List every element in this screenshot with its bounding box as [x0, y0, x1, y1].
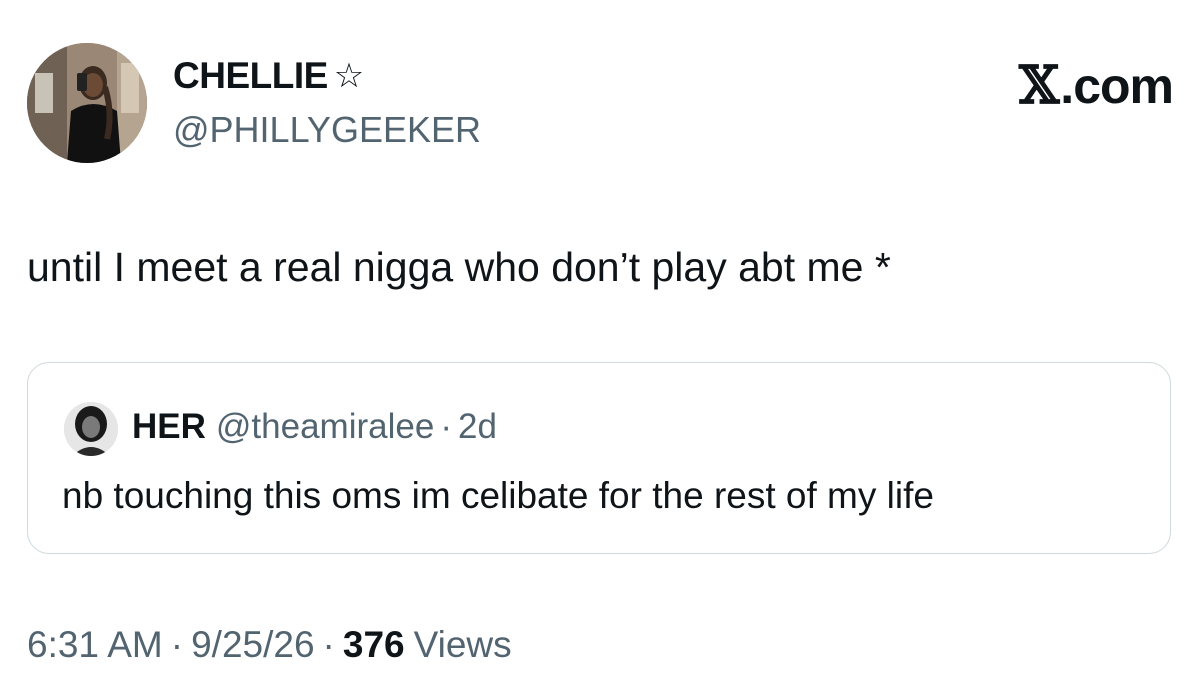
meta-separator: · — [322, 624, 335, 665]
tweet-header: CHELLIE ☆ @PHILLYGEEKER 𝕏 .com — [27, 43, 1174, 163]
tweet-date[interactable]: 9/25/26 — [191, 624, 314, 666]
star-outline-icon: ☆ — [333, 56, 365, 96]
author-handle[interactable]: @PHILLYGEEKER — [173, 109, 481, 151]
author-avatar-image — [27, 43, 147, 163]
brand-suffix: .com — [1060, 57, 1174, 114]
author-name-row[interactable]: CHELLIE ☆ — [173, 55, 364, 97]
x-brand-logo: 𝕏 .com — [1018, 55, 1174, 116]
author-display-name[interactable]: CHELLIE — [173, 55, 328, 97]
quoted-author-avatar-image — [64, 402, 118, 456]
quoted-author-handle[interactable]: @theamiralee — [216, 407, 434, 447]
author-avatar[interactable] — [27, 43, 147, 163]
quoted-separator: · — [440, 407, 452, 446]
tweet-time[interactable]: 6:31 AM — [27, 624, 163, 666]
quoted-author-avatar[interactable] — [64, 402, 118, 456]
quoted-timestamp[interactable]: 2d — [458, 407, 497, 447]
tweet-text: until I meet a real nigga who don’t play… — [27, 244, 891, 290]
quoted-tweet-card[interactable]: HER @theamiralee · 2d nb touching this o… — [27, 362, 1171, 554]
x-logo-icon: 𝕏 — [1018, 55, 1060, 116]
views-label: Views — [413, 624, 512, 665]
views-count: 376 — [342, 624, 405, 665]
quoted-tweet-text: nb touching this oms im celibate for the… — [62, 475, 934, 516]
quoted-tweet-header: HER @theamiralee · 2d — [132, 407, 497, 447]
meta-separator: · — [170, 624, 184, 665]
quoted-author-name[interactable]: HER — [132, 407, 206, 447]
tweet-meta: 6:31 AM · 9/25/26 · 376 Views — [27, 624, 512, 666]
